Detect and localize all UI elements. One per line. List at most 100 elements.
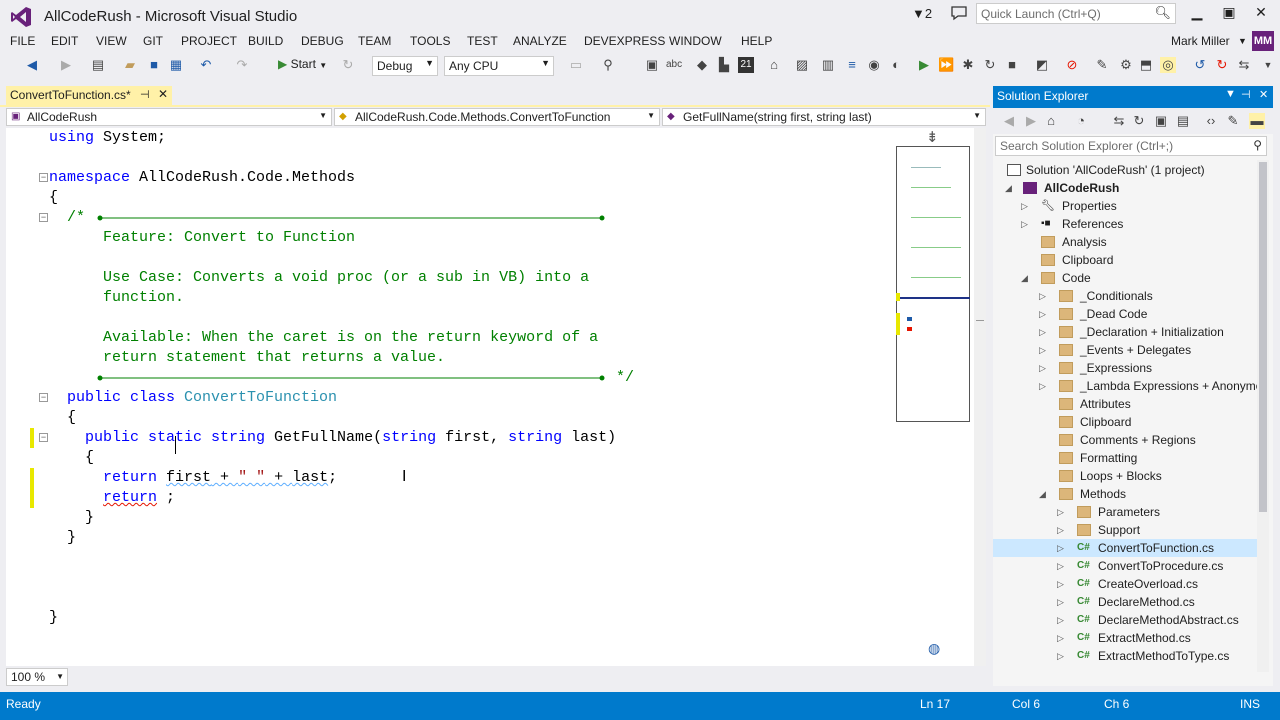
collapsed-icon[interactable]: ▷ [1057, 539, 1064, 557]
run-all-tests-icon[interactable]: ⏩ [938, 57, 954, 73]
tree-item[interactable]: Loops + Blocks [993, 467, 1257, 485]
collapsed-icon[interactable]: ▷ [1057, 503, 1064, 521]
open-file-icon[interactable]: ▰ [122, 57, 138, 73]
menu-project[interactable]: PROJECT [181, 34, 237, 48]
collapsed-icon[interactable]: ▷ [1021, 197, 1028, 215]
menu-devexpress[interactable]: DEVEXPRESS [584, 34, 665, 48]
menu-file[interactable]: FILE [10, 34, 35, 48]
tool-icon[interactable]: ⌂ [766, 57, 782, 73]
collapsed-icon[interactable]: ▷ [1057, 629, 1064, 647]
align-left-icon[interactable]: ≡ [844, 57, 860, 73]
glasses-icon[interactable]: ◎ [1160, 57, 1176, 73]
tree-item[interactable]: ▷ _Conditionals [993, 287, 1257, 305]
configuration-select[interactable]: Debug ▼ [372, 56, 438, 76]
tree-item[interactable]: ▷ C# ExtractMethodToType.cs [993, 647, 1257, 665]
refresh-icon[interactable]: ↻ [1131, 113, 1147, 129]
tab-convert-to-function[interactable]: ConvertToFunction.cs* ⊣ ✕ [6, 86, 172, 105]
user-dropdown-icon[interactable]: ▼ [1238, 36, 1247, 46]
tree-item[interactable]: Analysis [993, 233, 1257, 251]
undo-icon[interactable]: ↶ [198, 57, 214, 73]
redo-icon[interactable]: ↷ [234, 57, 250, 73]
collapse-icon[interactable]: − [39, 393, 48, 402]
scrollbar-thumb[interactable] [1259, 162, 1267, 512]
minimap[interactable] [896, 146, 970, 422]
tree-item[interactable]: ◢ Code [993, 269, 1257, 287]
find-icon[interactable]: ⚲ [600, 57, 616, 73]
debug-tests-icon[interactable]: ✱ [960, 57, 976, 73]
refresh-icon[interactable]: ↻ [1214, 57, 1230, 73]
tree-item-project[interactable]: ◢ AllCodeRush [993, 179, 1257, 197]
close-window-button[interactable]: ✕ [1246, 4, 1276, 24]
split-handle-icon[interactable]: ⇟ [926, 128, 939, 146]
new-project-icon[interactable]: ▤ [90, 57, 106, 73]
toolbar-overflow-icon[interactable]: ▼ [1260, 57, 1276, 73]
solution-tree[interactable]: Solution 'AllCodeRush' (1 project) ◢ AllC… [993, 160, 1257, 672]
properties-icon[interactable]: ✎ [1225, 113, 1241, 129]
pin-icon[interactable]: ⊣ [140, 88, 150, 101]
quick-launch-input[interactable]: Quick Launch (Ctrl+Q) 🔍︎ [976, 3, 1176, 24]
collapsed-icon[interactable]: ▷ [1039, 287, 1046, 305]
collapsed-icon[interactable]: ▷ [1039, 341, 1046, 359]
zoom-select[interactable]: 100 % ▼ [6, 668, 68, 686]
abort-icon[interactable]: ⊘ [1064, 57, 1080, 73]
back-icon[interactable]: ◀ [24, 57, 40, 73]
sync-icon[interactable]: ⇆ [1111, 113, 1127, 129]
uncomment-icon[interactable]: ◐ [888, 57, 904, 73]
forward-icon[interactable]: ▶ [1023, 113, 1039, 129]
menu-tools[interactable]: TOOLS [410, 34, 450, 48]
collapsed-icon[interactable]: ▷ [1057, 593, 1064, 611]
class-select[interactable]: ◆ AllCodeRush.Code.Methods.ConvertToFunct… [334, 108, 660, 126]
close-panel-icon[interactable]: ✕ [1259, 88, 1268, 101]
menu-window[interactable]: WINDOW [669, 34, 722, 48]
attach-icon[interactable]: ▭ [568, 57, 584, 73]
tree-item[interactable]: Attributes [993, 395, 1257, 413]
tree-item-solution[interactable]: Solution 'AllCodeRush' (1 project) [993, 161, 1257, 179]
back-icon[interactable]: ◀ [1001, 113, 1017, 129]
menu-team[interactable]: TEAM [358, 34, 391, 48]
collapsed-icon[interactable]: ▷ [1057, 575, 1064, 593]
format-icon[interactable]: ▨ [794, 57, 810, 73]
numbered-bookmark-icon[interactable]: 21 [738, 57, 754, 73]
tree-item[interactable]: ◢ Methods [993, 485, 1257, 503]
tree-item[interactable]: ▷ _Events + Delegates [993, 341, 1257, 359]
collapsed-icon[interactable]: ▷ [1021, 215, 1028, 233]
editor-vertical-scrollbar[interactable] [974, 128, 986, 666]
markers-icon[interactable]: ◆ [694, 57, 710, 73]
pending-changes-icon[interactable]: ◔ [1073, 113, 1089, 129]
build-icon[interactable]: ⬒ [1138, 57, 1154, 73]
collapsed-icon[interactable]: ▷ [1039, 323, 1046, 341]
panel-dropdown-icon[interactable]: ▼ [1225, 88, 1236, 100]
expanded-icon[interactable]: ◢ [1005, 179, 1012, 197]
sync-icon[interactable]: ↺ [1192, 57, 1208, 73]
code-editor[interactable]: using System; − namespace AllCodeRush.Co… [6, 128, 894, 666]
collapsed-icon[interactable]: ▷ [1057, 611, 1064, 629]
menu-view[interactable]: VIEW [96, 34, 127, 48]
show-all-files-icon[interactable]: ▤ [1175, 113, 1191, 129]
maximize-button[interactable]: ▣ [1214, 4, 1244, 24]
tree-item[interactable]: ▷ Support [993, 521, 1257, 539]
home-icon[interactable]: ⌂ [1043, 113, 1059, 129]
tree-item[interactable]: ▷ _Expressions [993, 359, 1257, 377]
tree-item[interactable]: Clipboard [993, 413, 1257, 431]
tree-item[interactable]: ▷ C# DeclareMethod.cs [993, 593, 1257, 611]
member-select[interactable]: ◆ GetFullName(string first, string last) ▼ [662, 108, 986, 126]
tree-item[interactable]: ▷ ▪■ References [993, 215, 1257, 233]
notifications-button[interactable]: ▼2 [912, 6, 932, 21]
close-tab-icon[interactable]: ✕ [158, 87, 168, 101]
save-icon[interactable]: ■ [146, 57, 162, 73]
spellcheck-icon[interactable]: abc [666, 57, 682, 73]
comment-icon[interactable]: ◉ [866, 57, 882, 73]
collapsed-icon[interactable]: ▷ [1039, 359, 1046, 377]
tree-item[interactable]: ▷ _Lambda Expressions + Anonymo [993, 377, 1257, 395]
project-select[interactable]: ▣ AllCodeRush ▼ [6, 108, 332, 126]
tree-item-selected[interactable]: ▷ C# ConvertToFunction.cs [993, 539, 1257, 557]
tree-item[interactable]: ▷ C# ExtractMethod.cs [993, 629, 1257, 647]
collapse-icon[interactable]: − [39, 173, 48, 182]
code-area[interactable]: using System; − namespace AllCodeRush.Co… [6, 128, 894, 666]
forward-icon[interactable]: ▶ [58, 57, 74, 73]
preview-icon[interactable]: ▬ [1249, 113, 1265, 129]
menu-test[interactable]: TEST [467, 34, 498, 48]
collapsed-icon[interactable]: ▷ [1039, 305, 1046, 323]
pin-icon[interactable]: ⊣ [1241, 88, 1251, 101]
tree-item[interactable]: ▷ 🔧︎ Properties [993, 197, 1257, 215]
